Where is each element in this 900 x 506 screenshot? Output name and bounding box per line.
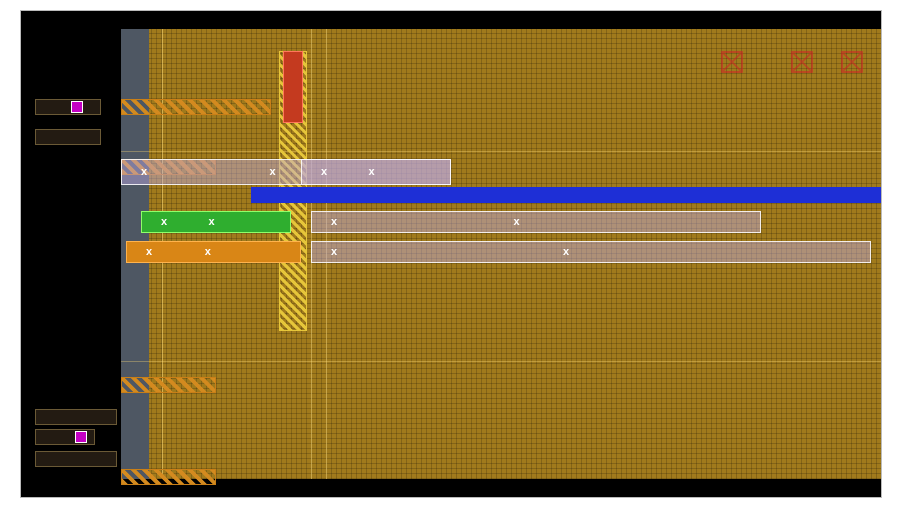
- io-pin[interactable]: [35, 409, 117, 425]
- poly-contact[interactable]: [283, 51, 303, 123]
- hatched-stub[interactable]: [121, 377, 216, 393]
- guide-horizontal: [121, 361, 881, 362]
- layout-canvas[interactable]: xxxxxxxxxxxx: [21, 11, 881, 497]
- track-b[interactable]: [311, 211, 761, 233]
- io-pin[interactable]: [35, 451, 117, 467]
- io-pin[interactable]: [35, 129, 101, 145]
- guide-horizontal: [121, 151, 881, 152]
- drc-marker[interactable]: [841, 51, 863, 73]
- drc-marker[interactable]: [721, 51, 743, 73]
- metal-blue[interactable]: [251, 187, 881, 203]
- track-c[interactable]: [311, 241, 871, 263]
- track-g[interactable]: [141, 211, 291, 233]
- track-o[interactable]: [126, 241, 301, 263]
- via: [75, 431, 87, 443]
- track-a2[interactable]: [301, 159, 451, 185]
- hatched-stub[interactable]: [121, 469, 216, 485]
- io-pin[interactable]: [35, 99, 101, 115]
- via: [71, 101, 83, 113]
- drc-marker[interactable]: [791, 51, 813, 73]
- hatched-stub[interactable]: [121, 99, 271, 115]
- layout-editor-viewport[interactable]: xxxxxxxxxxxx: [20, 10, 882, 498]
